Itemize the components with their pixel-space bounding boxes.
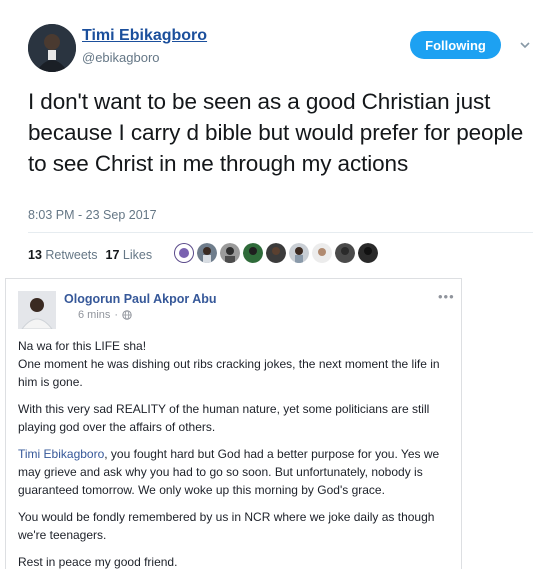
divider <box>28 232 533 233</box>
post-paragraph: Timi Ebikagboro, you fought hard but God… <box>18 445 458 499</box>
more-options-icon[interactable]: ••• <box>438 289 455 304</box>
chevron-down-icon[interactable] <box>518 38 532 52</box>
post-paragraph: With this very sad REALITY of the human … <box>18 402 430 434</box>
liker-avatar[interactable] <box>243 243 263 263</box>
liker-avatar[interactable] <box>174 243 194 263</box>
tweet-text: I don't want to be seen as a good Christ… <box>28 89 524 176</box>
following-button[interactable]: Following <box>410 31 501 59</box>
liker-avatar[interactable] <box>289 243 309 263</box>
retweets-stat[interactable]: 13 Retweets <box>28 248 98 262</box>
tweet-timestamp[interactable]: 8:03 PM - 23 Sep 2017 <box>28 208 157 222</box>
post-line: Na wa for this LIFE sha! <box>18 339 147 353</box>
post-body: Na wa for this LIFE sha! One moment he w… <box>18 337 458 580</box>
facebook-post-card: Ologorun Paul Akpor Abu 6 mins · ••• Na … <box>5 278 462 569</box>
likes-count: 17 <box>105 248 120 262</box>
user-handle: @ebikagboro <box>82 50 160 65</box>
author-avatar[interactable] <box>18 291 56 329</box>
profile-avatar[interactable] <box>28 24 76 72</box>
post-paragraph: You would be fondly remembered by us in … <box>18 510 435 542</box>
liker-avatar[interactable] <box>220 243 240 263</box>
liker-avatar[interactable] <box>358 243 378 263</box>
globe-icon <box>122 310 132 320</box>
post-line: One moment he was dishing out ribs crack… <box>18 357 440 389</box>
retweets-label: Retweets <box>45 248 98 262</box>
post-time[interactable]: 6 mins <box>78 309 110 321</box>
tagged-user-link[interactable]: Timi Ebikagboro <box>18 447 104 461</box>
liker-avatar[interactable] <box>197 243 217 263</box>
post-meta: 6 mins · <box>78 309 132 321</box>
display-name-link[interactable]: Timi Ebikagboro <box>82 27 207 45</box>
likes-stat[interactable]: 17 Likes <box>106 248 153 262</box>
tweet-stats: 13 Retweets 17 Likes <box>28 248 152 262</box>
retweets-count: 13 <box>28 248 42 262</box>
likers-facepile <box>174 243 378 263</box>
liker-avatar[interactable] <box>312 243 332 263</box>
post-paragraph: Na wa for this LIFE sha! One moment he w… <box>18 337 458 391</box>
tweet-card: Timi Ebikagboro @ebikagboro Following I … <box>0 0 542 272</box>
likes-label: Likes <box>122 248 153 262</box>
post-paragraph: Rest in peace my good friend. <box>18 555 178 569</box>
liker-avatar[interactable] <box>266 243 286 263</box>
liker-avatar[interactable] <box>335 243 355 263</box>
author-name-link[interactable]: Ologorun Paul Akpor Abu <box>64 292 217 306</box>
